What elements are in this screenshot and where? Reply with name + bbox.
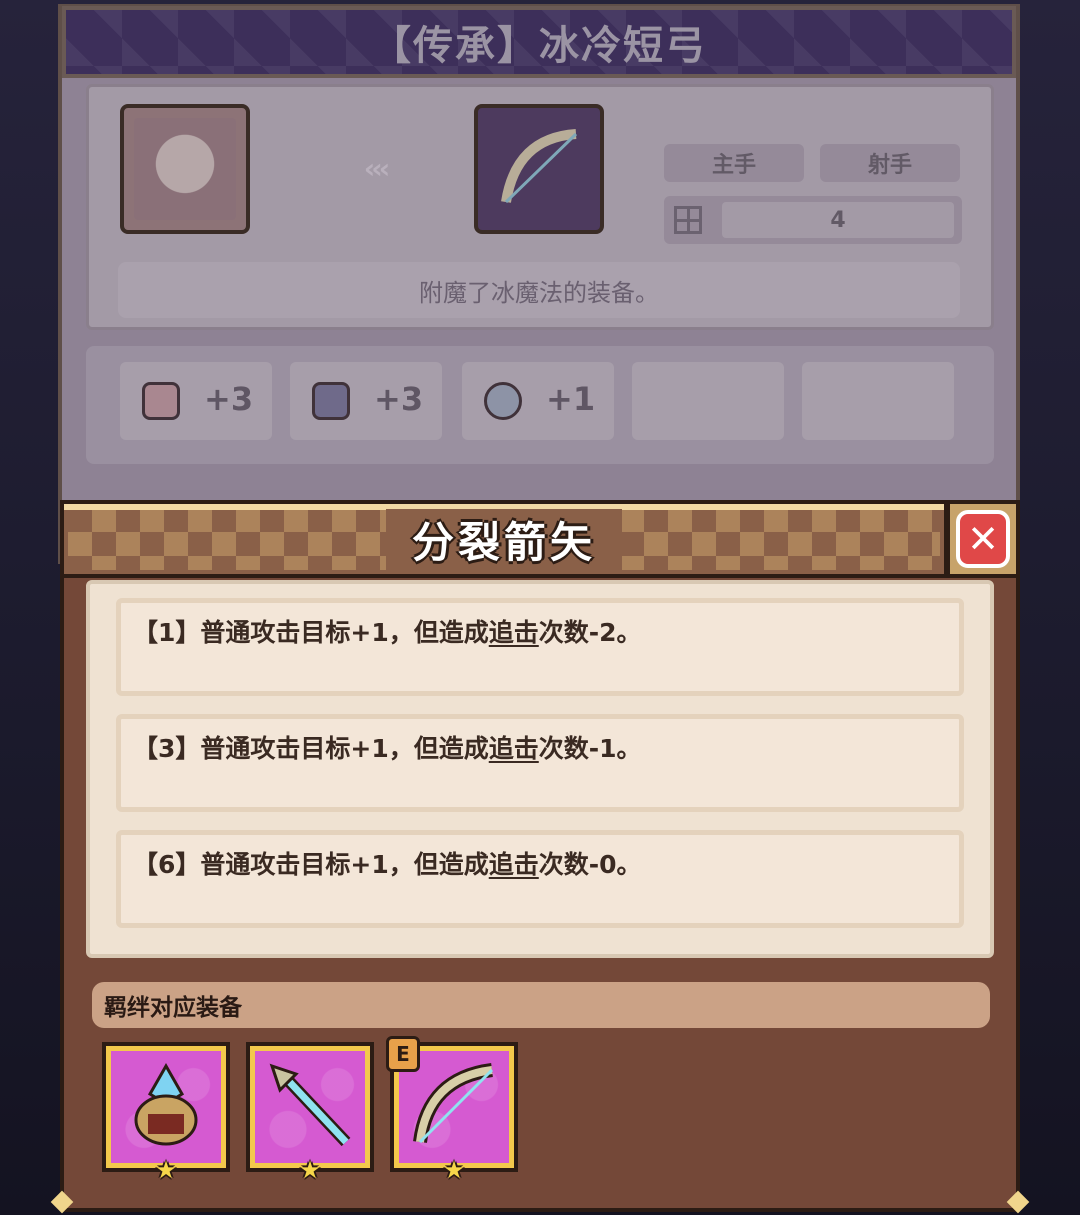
slot-count-row: 4	[664, 196, 962, 244]
keyword-link[interactable]: 追击	[489, 734, 539, 763]
weapon-slot[interactable]	[474, 104, 604, 234]
close-icon: ✕	[967, 517, 999, 561]
stat-item: +3	[120, 362, 272, 440]
equipment-description: 附魔了冰魔法的装备。	[118, 262, 960, 318]
effect-text: 次数-0。	[538, 850, 642, 879]
stat-empty	[632, 362, 784, 440]
effect-text: 【1】普通攻击目标+1，但造成	[133, 618, 489, 647]
close-button[interactable]: ✕	[946, 500, 1020, 578]
silver-ore-icon	[484, 382, 522, 420]
bond-item-card[interactable]: ★	[246, 1042, 374, 1182]
class-tag: 射手	[820, 144, 960, 182]
bond-section-label: 羁绊对应装备	[92, 982, 990, 1028]
effect-text: 次数-2。	[538, 618, 642, 647]
bow-icon	[413, 1063, 494, 1144]
effect-row: 【1】普通攻击目标+1，但造成追击次数-2。	[116, 598, 964, 696]
stat-item: +3	[290, 362, 442, 440]
equipment-title: 【传承】冰冷短弓	[371, 23, 707, 69]
pink-crystal-icon	[142, 382, 180, 420]
effect-text: 【3】普通攻击目标+1，但造成	[133, 734, 489, 763]
popup-title: 分裂箭矢	[385, 508, 622, 570]
equipment-title-bar: 【传承】冰冷短弓	[62, 6, 1016, 78]
bond-item-card[interactable]: ★	[102, 1042, 230, 1182]
star-icon: ★	[443, 1156, 465, 1184]
effect-text: 次数-1。	[538, 734, 642, 763]
ice-spear-icon	[269, 1063, 351, 1147]
slot-type-tag: 主手	[664, 144, 804, 182]
hero-portrait[interactable]	[120, 104, 250, 234]
slot-count-value: 4	[722, 202, 954, 238]
stat-empty	[802, 362, 954, 440]
grid-icon	[674, 206, 702, 234]
star-icon: ★	[299, 1156, 321, 1184]
boot-icon	[312, 382, 350, 420]
equipped-badge: E	[386, 1036, 420, 1072]
keyword-link[interactable]: 追击	[489, 850, 539, 879]
stat-value: +3	[204, 380, 254, 418]
bow-icon	[501, 129, 578, 204]
crystal-helmet-icon	[134, 1062, 198, 1146]
keyword-link[interactable]: 追击	[489, 618, 539, 647]
popup-header: 分裂箭矢	[60, 500, 948, 578]
stat-item: +1	[462, 362, 614, 440]
effect-row: 【6】普通攻击目标+1，但造成追击次数-0。	[116, 830, 964, 928]
stat-value: +3	[374, 380, 424, 418]
effect-row: 【3】普通攻击目标+1，但造成追击次数-1。	[116, 714, 964, 812]
effect-text: 【6】普通攻击目标+1，但造成	[133, 850, 489, 879]
star-icon: ★	[155, 1156, 177, 1184]
arrow-left-icon: ‹‹‹	[363, 152, 391, 185]
stat-value: +1	[546, 380, 596, 418]
